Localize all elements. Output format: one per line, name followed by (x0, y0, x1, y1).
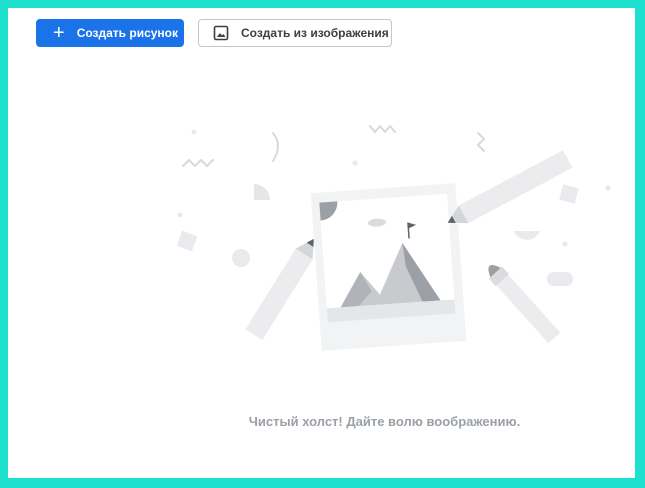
square-decoration (559, 184, 579, 204)
drawing-panel: + Создать рисунок Создать из изображения (8, 8, 635, 478)
circle-decoration (232, 249, 250, 267)
dot-decoration (191, 129, 197, 135)
photo-card (310, 183, 467, 351)
pill-decoration (547, 272, 573, 286)
pie-decoration (254, 184, 270, 200)
squiggle-decoration (476, 132, 486, 152)
pencil-top-right (447, 150, 573, 224)
empty-canvas-illustration (176, 124, 611, 351)
dot-decoration (177, 212, 183, 218)
pencil-left (245, 238, 314, 340)
dot-decoration (352, 160, 358, 166)
arc-decoration (272, 132, 279, 162)
dot-decoration (562, 241, 568, 247)
brush-bottom-right (488, 265, 561, 344)
square-decoration (176, 230, 198, 252)
squiggle-decoration (182, 158, 214, 168)
half-circle-decoration (514, 231, 540, 240)
squiggle-decoration (369, 124, 396, 134)
empty-canvas-message: Чистый холст! Дайте волю воображению. (248, 414, 521, 429)
dot-decoration (605, 185, 611, 191)
